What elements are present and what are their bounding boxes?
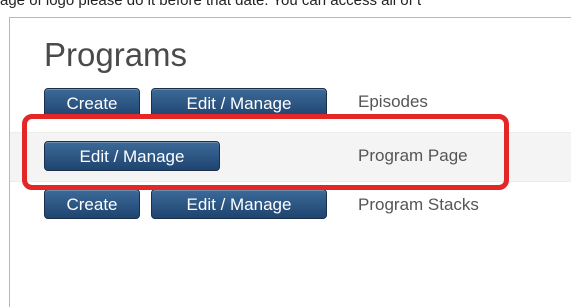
row-label-program-stacks: Program Stacks	[358, 195, 479, 214]
screenshot-page: age of logo please do it before that dat…	[0, 0, 571, 307]
create-episodes-button[interactable]: Create	[44, 88, 140, 114]
edit-manage-program-stacks-button[interactable]: Edit / Manage	[151, 189, 327, 219]
programs-row-episodes: Create Edit / Manage Episodes	[10, 84, 571, 114]
page-title: Programs	[44, 36, 188, 73]
programs-row-program-page: Edit / Manage Program Page	[10, 132, 571, 182]
row-label-program-page: Program Page	[358, 146, 468, 165]
top-instruction-text: age of logo please do it before that dat…	[0, 0, 422, 9]
edit-manage-episodes-button[interactable]: Edit / Manage	[151, 88, 327, 114]
edit-manage-program-page-button[interactable]: Edit / Manage	[44, 141, 220, 171]
create-program-stacks-button[interactable]: Create	[44, 189, 140, 219]
row-label-episodes: Episodes	[358, 92, 428, 111]
programs-row-program-stacks: Create Edit / Manage Program Stacks	[10, 187, 571, 227]
